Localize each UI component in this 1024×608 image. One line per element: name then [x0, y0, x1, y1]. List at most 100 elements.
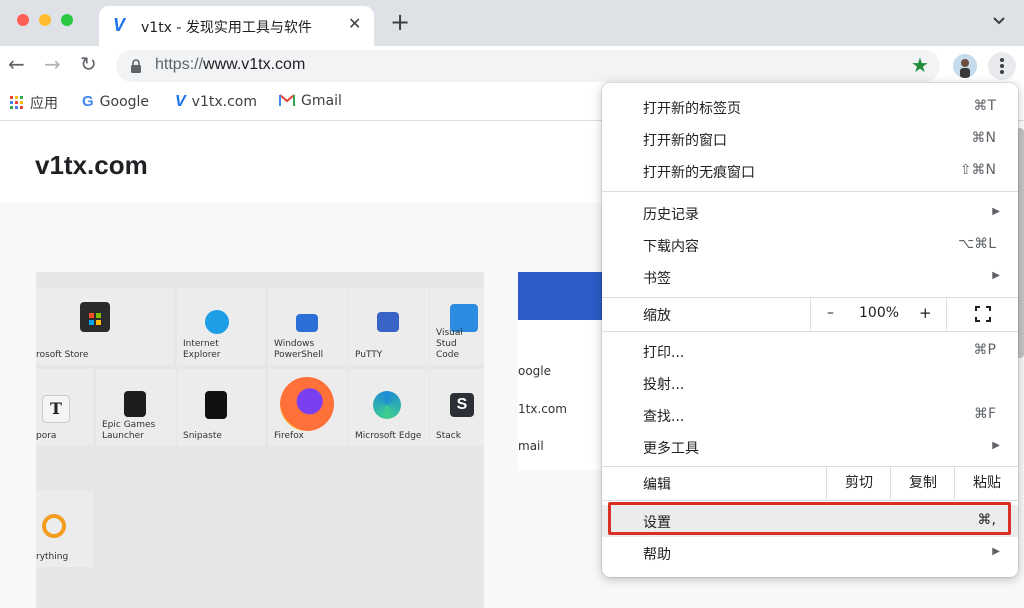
menu-item-label: 更多工具: [643, 441, 699, 457]
submenu-arrow-icon: ▶: [992, 270, 1000, 281]
bookmark-label: 应用: [30, 96, 58, 112]
zoom-out-button[interactable]: –: [827, 305, 834, 321]
tile-typora: T pora: [36, 369, 93, 446]
menu-shortcut: ⇧⌘N: [959, 162, 996, 178]
v1tx-logo-icon: V: [113, 15, 126, 35]
tile-label: Visual Stud Code: [436, 328, 463, 360]
cut-button[interactable]: 剪切: [826, 467, 891, 499]
tile-microsoft-store: rosoft Store: [36, 288, 174, 365]
fullscreen-icon: [975, 306, 991, 322]
menu-item-help[interactable]: 帮助 ▶: [602, 537, 1018, 569]
tile-epic-games: Epic Games Launcher: [96, 369, 176, 446]
menu-item-label: 书签: [643, 271, 671, 287]
menu-item-label: 打开新的窗口: [643, 133, 727, 149]
typora-icon: T: [42, 395, 70, 423]
menu-item-new-window[interactable]: 打开新的窗口 ⌘N: [602, 123, 1018, 155]
menu-item-more-tools[interactable]: 更多工具 ▶: [602, 431, 1018, 463]
url-host: www.v1tx.com: [203, 56, 306, 73]
firefox-icon: [280, 377, 334, 431]
menu-item-print[interactable]: 打印... ⌘P: [602, 335, 1018, 367]
menu-item-label: 帮助: [643, 547, 671, 563]
tile-snipaste: Snipaste: [177, 369, 265, 446]
tile-label: Epic Games Launcher: [102, 420, 156, 441]
bookmark-star-icon[interactable]: ★: [911, 53, 929, 77]
bookmark-label: Google: [99, 94, 150, 110]
v1tx-logo-icon: V: [175, 93, 186, 110]
tab-search-chevron-icon[interactable]: [993, 13, 1005, 29]
bookmark-label: Gmail: [301, 93, 342, 109]
new-tab-button[interactable]: +: [390, 10, 410, 34]
copy-button[interactable]: 复制: [890, 467, 955, 499]
profile-avatar[interactable]: [953, 54, 977, 78]
paste-button[interactable]: 粘贴: [954, 467, 1019, 499]
menu-shortcut: ⌘P: [973, 342, 996, 358]
menu-shortcut: ⌘T: [973, 98, 996, 114]
menu-item-label: 历史记录: [643, 207, 699, 223]
forward-button[interactable]: →: [44, 52, 61, 76]
store-bag-icon: [80, 302, 110, 332]
tile-microsoft-edge: Microsoft Edge: [349, 369, 429, 446]
submenu-arrow-icon: ▶: [992, 546, 1000, 557]
tab-title: v1tx - 发现实用工具与软件: [141, 20, 312, 36]
tile-label: rosoft Store: [36, 350, 89, 360]
card-item[interactable]: mail: [518, 439, 544, 453]
tile-label: Microsoft Edge: [355, 431, 422, 441]
menu-item-find[interactable]: 查找... ⌘F: [602, 399, 1018, 431]
back-button[interactable]: ←: [8, 52, 25, 76]
menu-item-bookmarks[interactable]: 书签 ▶: [602, 261, 1018, 293]
epic-games-icon: [124, 391, 146, 417]
menu-item-label: 投射...: [643, 377, 685, 393]
tab-strip: V v1tx - 发现实用工具与软件 ✕ +: [0, 0, 1024, 46]
zoom-in-button[interactable]: +: [919, 304, 932, 322]
bookmark-gmail[interactable]: Gmail: [279, 93, 342, 113]
bookmark-v1tx[interactable]: Vv1tx.com: [175, 93, 257, 113]
address-bar[interactable]: https://www.v1tx.com ★: [116, 50, 940, 82]
close-tab-icon[interactable]: ✕: [348, 14, 361, 33]
menu-zoom-row: 缩放 – 100% +: [602, 298, 1018, 330]
minimize-window-button[interactable]: [39, 14, 51, 26]
chrome-menu-button[interactable]: [988, 52, 1016, 80]
card-item[interactable]: oogle: [518, 364, 551, 378]
bookmark-label: v1tx.com: [191, 94, 257, 110]
fullscreen-button[interactable]: [946, 298, 1019, 330]
menu-separator: [602, 191, 1018, 192]
menu-separator: [602, 331, 1018, 332]
menu-item-cast[interactable]: 投射...: [602, 367, 1018, 399]
tile-label: rything: [36, 552, 69, 562]
close-window-button[interactable]: [17, 14, 29, 26]
snipaste-icon: [205, 391, 227, 419]
reload-button[interactable]: ↻: [80, 52, 97, 76]
tile-label: Internet Explorer: [183, 339, 221, 360]
settings-highlight-box: [608, 502, 1011, 535]
bookmark-apps[interactable]: 应用: [10, 93, 58, 113]
menu-item-label: 打开新的无痕窗口: [643, 165, 755, 181]
putty-icon: [377, 312, 399, 332]
apps-grid-icon: [10, 96, 23, 109]
lock-icon[interactable]: [130, 58, 142, 73]
url-scheme: https://: [155, 56, 204, 73]
tile-firefox: Firefox: [268, 369, 348, 446]
tile-label: Snipaste: [183, 431, 222, 441]
menu-item-downloads[interactable]: 下载内容 ⌥⌘L: [602, 229, 1018, 261]
site-title[interactable]: v1tx.com: [35, 150, 148, 181]
tile-label: pora: [36, 431, 57, 441]
zoom-window-button[interactable]: [61, 14, 73, 26]
submenu-arrow-icon: ▶: [992, 440, 1000, 451]
card-item[interactable]: 1tx.com: [518, 402, 567, 416]
bookmark-google[interactable]: G Google: [82, 93, 149, 113]
tile-label: Windows PowerShell: [274, 339, 324, 360]
menu-separator: [602, 500, 1018, 501]
tab-active[interactable]: V v1tx - 发现实用工具与软件 ✕: [99, 6, 374, 46]
menu-item-history[interactable]: 历史记录 ▶: [602, 197, 1018, 229]
zoom-controls: – 100% +: [810, 298, 947, 330]
menu-shortcut: ⌘N: [971, 130, 996, 146]
menu-item-new-incognito-window[interactable]: 打开新的无痕窗口 ⇧⌘N: [602, 155, 1018, 187]
menu-item-label: 查找...: [643, 409, 685, 425]
tile-label: PuTTY: [355, 350, 383, 360]
menu-item-label: 编辑: [643, 477, 671, 493]
zoom-level: 100%: [859, 305, 900, 321]
edge-icon: [373, 391, 401, 419]
stack-icon: S: [450, 393, 474, 417]
everything-icon: [42, 514, 66, 538]
menu-item-new-tab[interactable]: 打开新的标签页 ⌘T: [602, 91, 1018, 123]
